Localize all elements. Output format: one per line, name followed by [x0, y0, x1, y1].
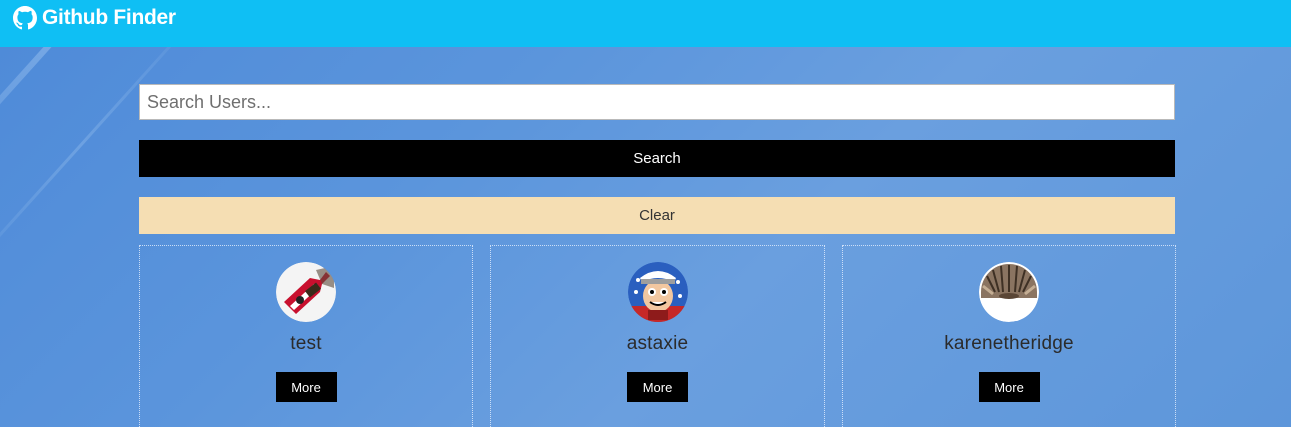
brand-title: Github Finder — [42, 6, 176, 29]
more-button[interactable]: More — [627, 372, 688, 402]
more-button[interactable]: More — [978, 372, 1040, 402]
user-grid: test More astaxie More karenetheridge Mo… — [139, 245, 1176, 427]
search-button[interactable]: Search — [139, 140, 1175, 177]
brand-link[interactable]: Github Finder — [13, 6, 176, 30]
more-button[interactable]: More — [275, 372, 337, 402]
user-login: test — [290, 333, 322, 354]
main-container: Search Clear test More — [139, 84, 1176, 427]
avatar-cat-icon — [979, 262, 1039, 322]
search-input[interactable] — [139, 84, 1175, 120]
avatar-cartoon-icon — [627, 262, 688, 322]
user-card: test More — [139, 245, 473, 427]
user-login: karenetheridge — [944, 333, 1074, 354]
user-card: astaxie More — [490, 245, 825, 427]
search-form: Search — [139, 84, 1175, 177]
avatar-guitar-icon — [276, 262, 336, 322]
clear-button[interactable]: Clear — [139, 197, 1175, 234]
user-login: astaxie — [626, 333, 689, 354]
github-icon — [13, 6, 37, 30]
user-card: karenetheridge More — [842, 245, 1176, 427]
navbar: Github Finder — [0, 0, 1291, 47]
